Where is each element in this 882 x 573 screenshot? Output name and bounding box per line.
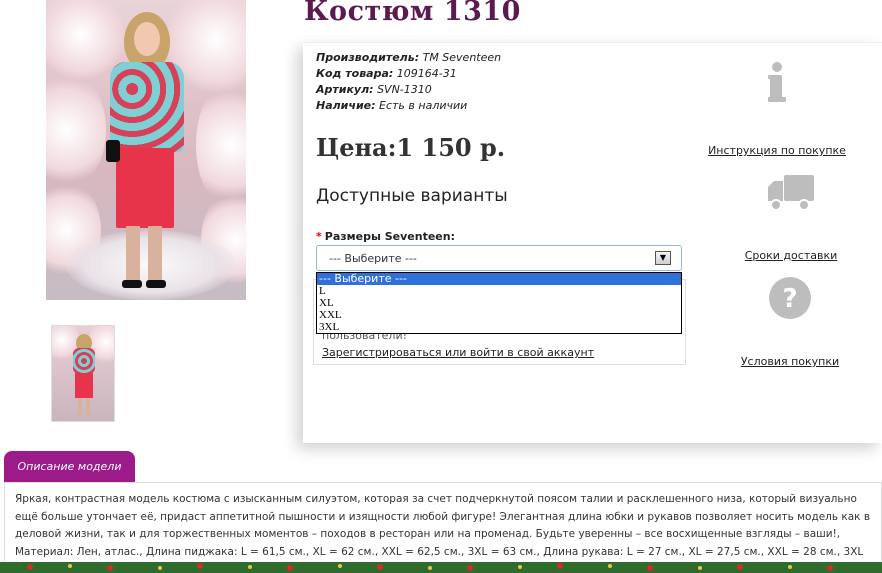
register-login-link[interactable]: Зарегистрироваться или войти в свой акка… [322, 346, 594, 359]
product-specs: Производитель: TM Seventeen Код товара: … [316, 50, 501, 114]
spec-article: Артикул: SVN-1310 [316, 83, 432, 96]
dropdown-arrow-icon[interactable]: ▼ [655, 251, 671, 265]
garland-decoration [0, 562, 882, 573]
size-select-value: --- Выберите --- [329, 252, 417, 265]
size-select[interactable]: --- Выберите --- ▼ [316, 245, 682, 271]
size-label: * Размеры Seventeen: [316, 230, 455, 243]
size-option[interactable]: XXL [317, 309, 681, 321]
size-option[interactable]: XL [317, 297, 681, 309]
info-icon [768, 62, 786, 102]
required-mark: * [316, 230, 322, 243]
size-option[interactable]: L [317, 285, 681, 297]
size-option[interactable]: 3XL [317, 321, 681, 333]
tab-description[interactable]: Описание модели [4, 451, 135, 483]
variants-title: Доступные варианты [316, 186, 508, 206]
terms-link[interactable]: Условия покупки [741, 355, 839, 368]
product-main-image[interactable] [46, 0, 246, 300]
info-delivery: Сроки доставки [711, 171, 871, 263]
description-box: Яркая, контрастная модель костюма с изыс… [4, 482, 882, 573]
spec-stock: Наличие: Есть в наличии [316, 99, 468, 112]
product-title: Костюм 1310 [304, 0, 521, 27]
size-option[interactable]: --- Выберите --- [317, 273, 681, 285]
spec-code: Код товара: 109164-31 [316, 67, 457, 80]
truck-icon [768, 175, 814, 211]
product-price: Цена:1 150 р. [316, 133, 506, 162]
svg-text:?: ? [782, 284, 797, 314]
instructions-link[interactable]: Инструкция по покупке [708, 144, 846, 157]
info-terms: ? Условия покупки [710, 275, 870, 369]
delivery-link[interactable]: Сроки доставки [745, 249, 838, 262]
question-icon: ? [769, 277, 811, 319]
description-text: Яркая, контрастная модель костюма с изыс… [15, 493, 871, 572]
spec-manufacturer: Производитель: TM Seventeen [316, 51, 502, 64]
info-instructions: Инструкция по покупке [697, 61, 857, 158]
product-info-panel: Производитель: TM Seventeen Код товара: … [303, 42, 882, 443]
size-dropdown-list: --- Выберите --- L XL XXL 3XL [316, 272, 682, 334]
product-thumbnail[interactable] [51, 325, 115, 422]
